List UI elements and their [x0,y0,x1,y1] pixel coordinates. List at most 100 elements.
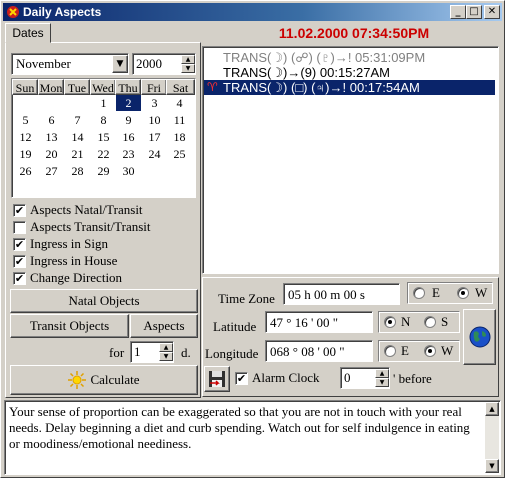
longitude-label: Longitude [205,346,259,361]
lat-south-radio[interactable] [424,316,436,328]
globe-button[interactable] [463,309,496,365]
description-box[interactable]: Your sense of proportion can be exaggera… [4,400,501,475]
alarm-down-icon[interactable]: ▼ [375,378,389,387]
alarm-up-icon[interactable]: ▲ [375,369,389,378]
ingress-in-house-checkbox[interactable]: ✔ [13,255,26,268]
title-bar[interactable]: Daily Aspects _ □ ✕ [3,3,502,21]
calendar-day[interactable]: 17 [142,129,167,145]
calendar-day[interactable]: 15 [91,129,116,145]
calendar-day[interactable]: 12 [13,129,38,145]
maximize-icon[interactable]: □ [466,5,482,19]
calendar-day[interactable]: 14 [65,129,90,145]
calculate-button[interactable]: Calculate [10,365,198,395]
aspects-natal-transit-label: Aspects Natal/Transit [30,202,143,217]
year-value: 2000 [136,56,162,71]
weekday-header: Sun [12,79,38,95]
scroll-down-icon[interactable]: ▼ [485,459,499,473]
longitude-field[interactable]: 068 ° 08 ' 00 " [265,340,373,362]
tab-dates-label: Dates [12,26,44,40]
list-item-selected[interactable]: ♈ TRANS(☽) (□) (♃)→! 00:17:54AM [204,80,495,95]
events-list[interactable]: TRANS(☽) (☍) (♇)→! 05:31:09PM TRANS(☽)→(… [202,46,499,274]
calendar-day[interactable]: 29 [91,163,116,179]
transit-objects-button[interactable]: Transit Objects [10,314,129,338]
aspects-transit-transit-label: Aspects Transit/Transit [30,219,151,234]
scroll-up-icon[interactable]: ▲ [485,402,499,416]
weekday-header: Mon [38,79,64,95]
lat-south-label: S [441,314,449,329]
scrollbar[interactable]: ▲ ▼ [485,402,499,473]
calendar-day[interactable]: 4 [167,95,192,111]
alarm-minutes-spinner[interactable]: 0 ▲ ▼ [340,367,390,389]
lon-east-radio[interactable] [384,345,396,357]
calendar-day[interactable]: 16 [116,129,141,145]
weekday-header: Tue [64,79,90,95]
tz-east-radio[interactable] [413,287,425,299]
weekday-header: Sat [166,79,195,95]
tz-east-label: E [432,285,440,300]
timezone-field[interactable]: 05 h 00 m 00 s [283,283,400,305]
calendar-day[interactable]: 25 [167,146,192,162]
calendar-day[interactable]: 10 [142,112,167,128]
year-spinner[interactable]: 2000 ▲ ▼ [132,53,196,75]
calendar-day[interactable]: 28 [65,163,90,179]
description-text: Your sense of proportion can be exaggera… [9,404,470,451]
month-select[interactable]: November ▼ [11,53,129,75]
calendar-day[interactable]: 20 [39,146,64,162]
calendar-day[interactable]: 6 [39,112,64,128]
aspects-transit-transit-checkbox[interactable] [13,221,26,234]
list-item[interactable]: TRANS(☽) (☍) (♇)→! 05:31:09PM [223,50,425,65]
calendar-day[interactable]: 22 [91,146,116,162]
current-datetime: 11.02.2000 07:34:50PM [278,25,430,41]
app-icon [7,6,19,18]
calendar-day[interactable]: 7 [65,112,90,128]
calendar-day[interactable]: 21 [65,146,90,162]
calendar-day[interactable]: 26 [13,163,38,179]
days-down-icon[interactable]: ▼ [159,352,173,361]
lon-west-radio[interactable] [424,345,436,357]
year-up-icon[interactable]: ▲ [181,55,195,64]
calendar-day[interactable]: 13 [39,129,64,145]
days-value: 1 [134,344,141,359]
calendar-day[interactable]: 19 [13,146,38,162]
daily-aspects-window: Daily Aspects _ □ ✕ Dates 11.02.2000 07:… [0,0,505,478]
calendar-day [142,163,167,179]
aspects-natal-transit-checkbox[interactable]: ✔ [13,204,26,217]
save-button[interactable] [204,366,230,392]
calendar-day[interactable]: 8 [91,112,116,128]
event-text: TRANS(☽)→(9) 00:15:27AM [223,65,390,80]
latitude-field[interactable]: 47 ° 16 ' 00 " [265,311,373,333]
calendar-day[interactable]: 5 [13,112,38,128]
days-spinner[interactable]: 1 ▲ ▼ [130,341,174,363]
list-item[interactable]: TRANS(☽)→(9) 00:15:27AM [223,65,390,80]
alarm-clock-checkbox[interactable]: ✔ [235,372,248,385]
calendar-day[interactable]: 11 [167,112,192,128]
tz-west-radio[interactable] [457,287,469,299]
calendar-day[interactable]: 24 [142,146,167,162]
calendar-day[interactable]: 30 [116,163,141,179]
change-direction-checkbox[interactable]: ✔ [13,272,26,285]
calendar-day[interactable]: 1 [91,95,116,111]
calendar-day[interactable]: 27 [39,163,64,179]
tz-west-label: W [475,285,488,300]
minimize-icon[interactable]: _ [450,5,466,19]
tab-dates[interactable]: Dates [5,23,51,43]
natal-objects-button[interactable]: Natal Objects [10,289,198,313]
lon-west-label: W [441,343,454,358]
latitude-label: Latitude [213,319,257,334]
window-title: Daily Aspects [23,5,102,19]
alarm-suffix: ' before [393,371,432,386]
globe-icon [469,326,490,348]
days-up-icon[interactable]: ▲ [159,343,173,352]
calendar-day[interactable]: 9 [116,112,141,128]
close-icon[interactable]: ✕ [484,5,500,19]
calendar-day[interactable]: 23 [116,146,141,162]
calendar-day[interactable]: 3 [142,95,167,111]
floppy-disk-icon [209,371,225,387]
calendar-day[interactable]: 18 [167,129,192,145]
chevron-down-icon[interactable]: ▼ [112,55,128,73]
lat-north-radio[interactable] [384,316,396,328]
calendar-day-selected[interactable]: 2 [116,95,141,111]
year-down-icon[interactable]: ▼ [181,64,195,73]
ingress-in-sign-checkbox[interactable]: ✔ [13,238,26,251]
aspects-button[interactable]: Aspects [130,314,198,338]
